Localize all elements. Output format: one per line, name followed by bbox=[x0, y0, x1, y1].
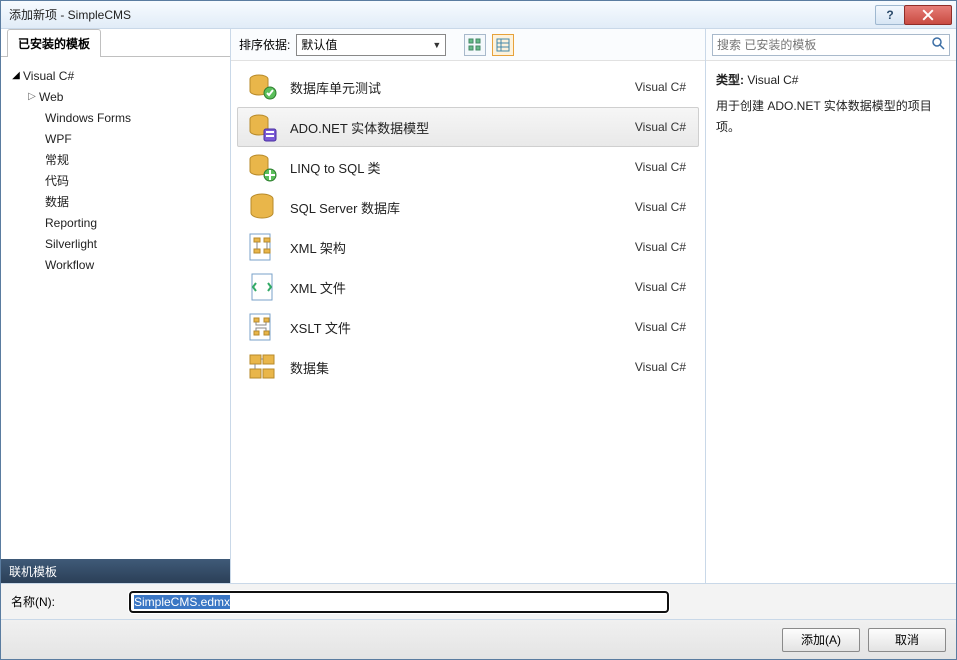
dataset-icon bbox=[246, 351, 278, 383]
linq-sql-icon bbox=[246, 151, 278, 183]
dialog-button-row: 添加(A) 取消 bbox=[1, 619, 956, 659]
list-item[interactable]: LINQ to SQL 类 Visual C# bbox=[237, 147, 699, 187]
tree-item-code[interactable]: 代码 bbox=[5, 170, 226, 191]
info-type-value: Visual C# bbox=[747, 73, 798, 87]
info-type-row: 类型: Visual C# bbox=[716, 71, 946, 90]
cancel-button[interactable]: 取消 bbox=[868, 628, 946, 652]
list-item[interactable]: XML 架构 Visual C# bbox=[237, 227, 699, 267]
list-item-lang: Visual C# bbox=[635, 360, 690, 374]
details-icon bbox=[496, 38, 510, 52]
tree-item-silverlight[interactable]: Silverlight bbox=[5, 233, 226, 254]
list-toolbar: 排序依据: 默认值 ▼ bbox=[231, 29, 705, 61]
name-label: 名称(N): bbox=[11, 593, 121, 610]
tree-item-general[interactable]: 常规 bbox=[5, 149, 226, 170]
template-list-pane: 排序依据: 默认值 ▼ bbox=[231, 29, 706, 583]
sidebar-tab-header: 已安装的模板 bbox=[1, 29, 230, 57]
info-description: 用于创建 ADO.NET 实体数据模型的项目项。 bbox=[716, 96, 946, 137]
list-item-lang: Visual C# bbox=[635, 160, 690, 174]
tree-root-visual-csharp[interactable]: ◢ Visual C# bbox=[5, 65, 226, 86]
view-details-button[interactable] bbox=[492, 34, 514, 56]
list-item-lang: Visual C# bbox=[635, 80, 690, 94]
list-item-label: ADO.NET 实体数据模型 bbox=[290, 118, 635, 137]
window-title: 添加新项 - SimpleCMS bbox=[9, 6, 131, 23]
list-item[interactable]: XML 文件 Visual C# bbox=[237, 267, 699, 307]
chevron-right-icon: ▷ bbox=[27, 91, 37, 102]
list-item-label: XML 架构 bbox=[290, 238, 635, 257]
xml-schema-icon bbox=[246, 231, 278, 263]
list-item[interactable]: XSLT 文件 Visual C# bbox=[237, 307, 699, 347]
list-item-lang: Visual C# bbox=[635, 120, 690, 134]
search-input[interactable] bbox=[717, 38, 931, 52]
list-item-label: LINQ to SQL 类 bbox=[290, 158, 635, 177]
name-row: 名称(N): bbox=[1, 583, 956, 619]
tree-item-windows-forms[interactable]: Windows Forms bbox=[5, 107, 226, 128]
help-icon: ? bbox=[886, 8, 893, 22]
search-icon[interactable] bbox=[931, 36, 945, 53]
list-item-lang: Visual C# bbox=[635, 280, 690, 294]
list-item-label: 数据库单元测试 bbox=[290, 78, 635, 97]
search-input-wrapper[interactable] bbox=[712, 34, 950, 56]
close-button[interactable] bbox=[904, 5, 952, 25]
tree-item-workflow[interactable]: Workflow bbox=[5, 254, 226, 275]
chevron-down-icon: ◢ bbox=[11, 70, 21, 81]
small-icons-icon bbox=[468, 38, 482, 52]
sql-database-icon bbox=[246, 191, 278, 223]
tree-item-wpf[interactable]: WPF bbox=[5, 128, 226, 149]
sort-by-value: 默认值 bbox=[301, 36, 337, 53]
list-item-label: XML 文件 bbox=[290, 278, 635, 297]
info-pane: 类型: Visual C# 用于创建 ADO.NET 实体数据模型的项目项。 bbox=[706, 29, 956, 583]
tree-item-reporting[interactable]: Reporting bbox=[5, 212, 226, 233]
dialog-window: 添加新项 - SimpleCMS ? 已安装的模板 ◢ Visual C# bbox=[0, 0, 957, 660]
titlebar[interactable]: 添加新项 - SimpleCMS ? bbox=[1, 1, 956, 29]
tree-item-web[interactable]: ▷ Web bbox=[5, 86, 226, 107]
list-item-label: 数据集 bbox=[290, 358, 635, 377]
list-item-lang: Visual C# bbox=[635, 200, 690, 214]
sidebar: 已安装的模板 ◢ Visual C# ▷ Web Windows Forms W… bbox=[1, 29, 231, 583]
list-item-lang: Visual C# bbox=[635, 240, 690, 254]
list-item-label: XSLT 文件 bbox=[290, 318, 635, 337]
sort-by-label: 排序依据: bbox=[239, 36, 290, 53]
name-input[interactable] bbox=[129, 591, 669, 613]
list-item-label: SQL Server 数据库 bbox=[290, 198, 635, 217]
sidebar-online-templates[interactable]: 联机模板 bbox=[1, 559, 230, 583]
database-test-icon bbox=[246, 71, 278, 103]
ado-model-icon bbox=[246, 111, 278, 143]
tree-item-data[interactable]: 数据 bbox=[5, 191, 226, 212]
info-type-label: 类型: bbox=[716, 73, 744, 87]
add-button[interactable]: 添加(A) bbox=[782, 628, 860, 652]
tab-installed-templates[interactable]: 已安装的模板 bbox=[7, 29, 101, 57]
list-item[interactable]: 数据库单元测试 Visual C# bbox=[237, 67, 699, 107]
xslt-file-icon bbox=[246, 311, 278, 343]
help-button[interactable]: ? bbox=[875, 5, 905, 25]
list-item-lang: Visual C# bbox=[635, 320, 690, 334]
template-tree: ◢ Visual C# ▷ Web Windows Forms WPF 常规 代… bbox=[1, 57, 230, 559]
list-item[interactable]: 数据集 Visual C# bbox=[237, 347, 699, 387]
xml-file-icon bbox=[246, 271, 278, 303]
view-small-icons-button[interactable] bbox=[464, 34, 486, 56]
close-icon bbox=[922, 9, 934, 21]
list-item[interactable]: ADO.NET 实体数据模型 Visual C# bbox=[237, 107, 699, 147]
chevron-down-icon: ▼ bbox=[432, 40, 441, 50]
item-list[interactable]: 数据库单元测试 Visual C# ADO.NET 实体数据模型 Visual … bbox=[231, 61, 705, 583]
list-item[interactable]: SQL Server 数据库 Visual C# bbox=[237, 187, 699, 227]
sort-by-combo[interactable]: 默认值 ▼ bbox=[296, 34, 446, 56]
